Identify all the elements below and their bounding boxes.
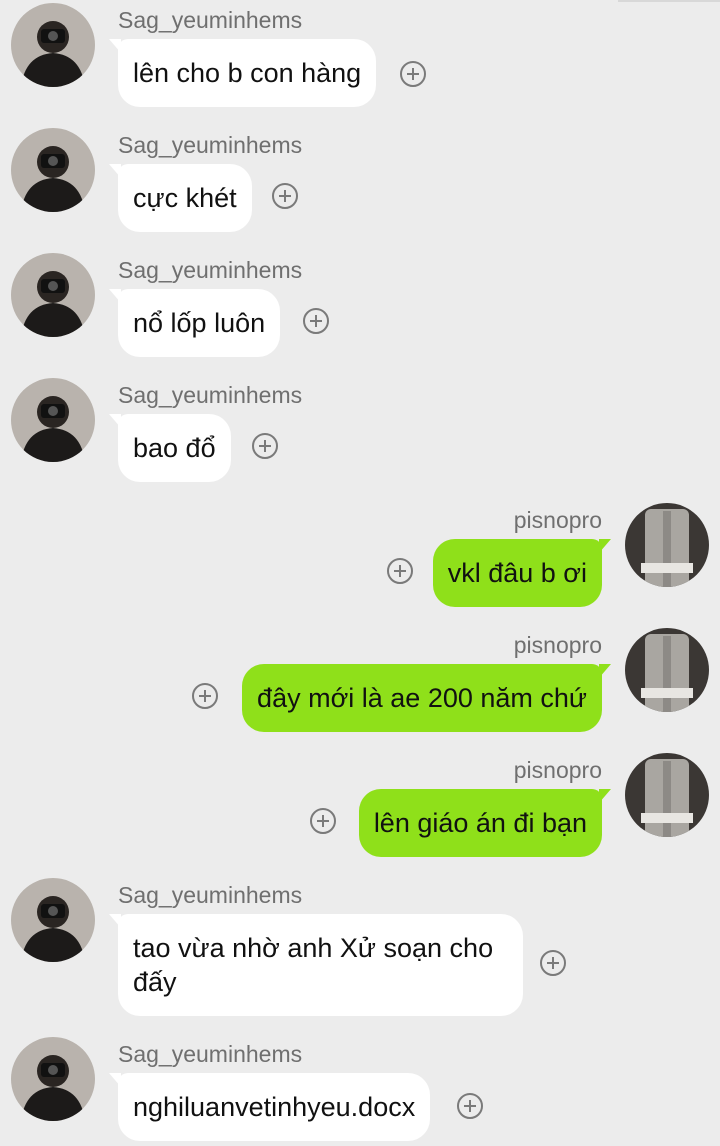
message-row: Sag_yeuminhems cực khét	[0, 128, 720, 238]
grey-jacket-avatar-icon	[625, 753, 709, 837]
message-text: lên giáo án đi bạn	[373, 808, 587, 838]
message-text: đây mới là ae 200 năm chứ	[257, 683, 587, 713]
person-with-camera-avatar-icon	[11, 1037, 95, 1121]
message-bubble[interactable]: cực khét	[109, 164, 252, 232]
person-with-camera-avatar-icon	[11, 378, 95, 462]
message-text: bao đổ	[133, 433, 216, 463]
sender-name: Sag_yeuminhems	[118, 1041, 303, 1067]
sender-name: Sag_yeuminhems	[118, 7, 303, 33]
own-avatar[interactable]	[625, 628, 709, 712]
person-with-camera-avatar-icon	[11, 3, 95, 87]
message-bubble[interactable]: đây mới là ae 200 năm chứ	[242, 664, 611, 732]
top-divider	[618, 0, 720, 2]
sender-name: Sag_yeuminhems	[118, 132, 303, 158]
message-bubble[interactable]: bao đổ	[109, 414, 231, 482]
message-row: pisnopro đây mới là ae 200 năm chứ	[0, 628, 720, 738]
message-text: nghiluanvetinhyeu.docx	[133, 1092, 416, 1122]
add-reaction-icon[interactable]	[387, 558, 413, 584]
chat-thread: Sag_yeuminhems lên cho b con hàng Sag_ye…	[0, 0, 720, 1146]
add-reaction-icon[interactable]	[540, 950, 566, 976]
message-row: pisnopro vkl đâu b ơi	[0, 503, 720, 613]
message-text: cực khét	[133, 183, 237, 213]
message-row: Sag_yeuminhems bao đổ	[0, 378, 720, 488]
person-with-camera-avatar-icon	[11, 128, 95, 212]
add-reaction-icon[interactable]	[310, 808, 336, 834]
person-with-camera-avatar-icon	[11, 253, 95, 337]
add-reaction-icon[interactable]	[272, 183, 298, 209]
person-with-camera-avatar-icon	[11, 878, 95, 962]
add-reaction-icon[interactable]	[400, 61, 426, 87]
message-bubble[interactable]: vkl đâu b ơi	[432, 539, 612, 607]
grey-jacket-avatar-icon	[625, 503, 709, 587]
message-row: Sag_yeuminhems lên cho b con hàng	[0, 3, 720, 113]
add-reaction-icon[interactable]	[303, 308, 329, 334]
message-bubble[interactable]: nổ lốp luôn	[108, 289, 281, 357]
message-row: pisnopro lên giáo án đi bạn	[0, 753, 720, 863]
message-bubble[interactable]: tao vừa nhờ anh Xử soạn cho đấy	[109, 914, 523, 1016]
message-text: tao vừa nhờ anh Xử soạn cho đấy	[133, 933, 494, 997]
add-reaction-icon[interactable]	[457, 1093, 483, 1119]
sender-name: Sag_yeuminhems	[118, 257, 303, 283]
message-row: Sag_yeuminhems tao vừa nhờ anh Xử soạn c…	[0, 878, 720, 1023]
sender-avatar[interactable]	[11, 128, 95, 212]
message-row: Sag_yeuminhems nghiluanvetinhyeu.docx	[0, 1037, 720, 1146]
message-text: nổ lốp luôn	[133, 308, 266, 338]
sender-name: pisnopro	[513, 632, 602, 658]
sender-avatar[interactable]	[11, 878, 95, 962]
message-bubble[interactable]: nghiluanvetinhyeu.docx	[108, 1073, 431, 1141]
sender-avatar[interactable]	[11, 378, 95, 462]
own-avatar[interactable]	[625, 753, 709, 837]
own-avatar[interactable]	[625, 503, 709, 587]
sender-name: Sag_yeuminhems	[118, 882, 303, 908]
sender-avatar[interactable]	[11, 1037, 95, 1121]
sender-name: Sag_yeuminhems	[118, 382, 303, 408]
grey-jacket-avatar-icon	[625, 628, 709, 712]
message-bubble[interactable]: lên giáo án đi bạn	[358, 789, 612, 857]
message-text: lên cho b con hàng	[133, 58, 362, 88]
message-bubble[interactable]: lên cho b con hàng	[108, 39, 377, 107]
message-text: vkl đâu b ơi	[447, 558, 587, 588]
add-reaction-icon[interactable]	[252, 433, 278, 459]
sender-name: pisnopro	[513, 757, 602, 783]
message-row: Sag_yeuminhems nổ lốp luôn	[0, 253, 720, 363]
sender-avatar[interactable]	[11, 253, 95, 337]
sender-name: pisnopro	[513, 507, 602, 533]
sender-avatar[interactable]	[11, 3, 95, 87]
add-reaction-icon[interactable]	[192, 683, 218, 709]
